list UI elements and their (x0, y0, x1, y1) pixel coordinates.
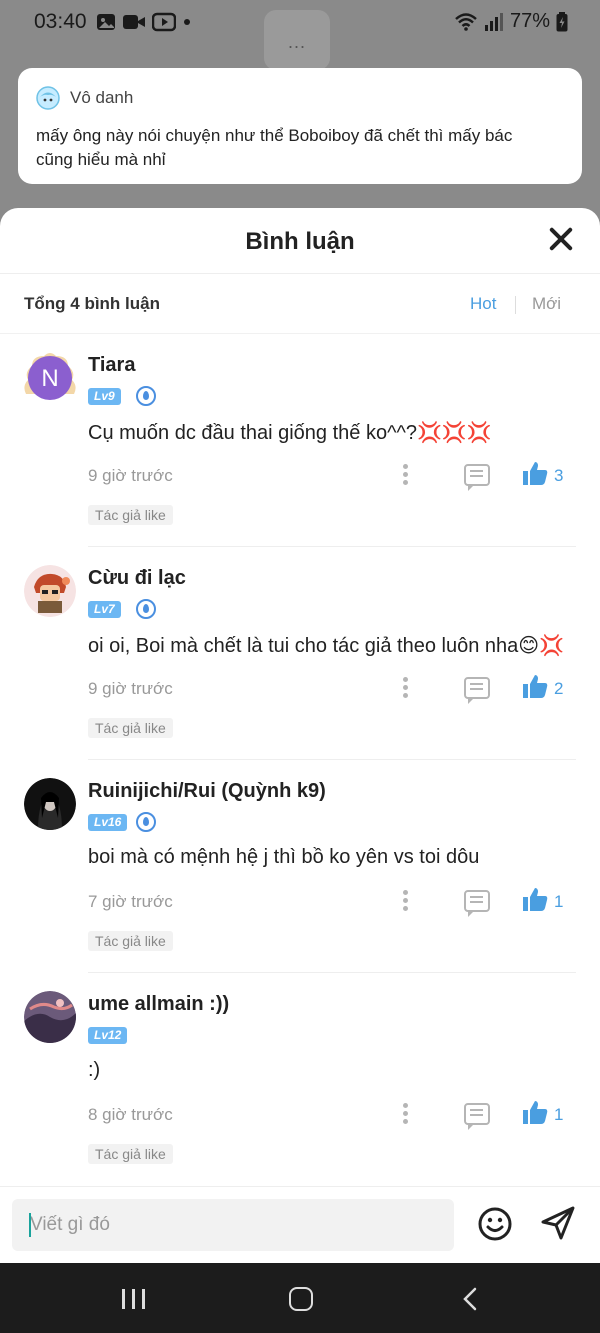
comment-username[interactable]: Ruinijichi/Rui (Quỳnh k9) (88, 780, 326, 803)
close-icon[interactable] (548, 226, 574, 252)
back-icon[interactable] (462, 1287, 478, 1311)
sort-divider (515, 296, 516, 314)
signal-icon (484, 12, 503, 31)
top-tab-dots: ... (287, 32, 306, 52)
author-like-badge: Tác giả like (88, 505, 173, 525)
send-icon[interactable] (540, 1205, 576, 1241)
author-like-badge: Tác giả like (88, 718, 173, 738)
wifi-icon (455, 12, 477, 31)
comments-sheet: Bình luận Tổng 4 bình luận Hot Mới N Tia… (0, 208, 600, 1263)
top-tab[interactable]: ... (264, 10, 330, 70)
comment-text: boi mà có mệnh hệ j thì bồ ko yên vs toi… (88, 846, 480, 868)
video-icon (123, 15, 145, 29)
level-badge: Lv9 (88, 388, 121, 405)
comment-composer (0, 1186, 600, 1263)
battery-percent: 77% (509, 10, 550, 32)
reply-icon[interactable] (464, 1103, 490, 1130)
emoji-icon[interactable] (478, 1207, 512, 1241)
shield-icon (136, 386, 156, 406)
avatar-image-icon (24, 778, 76, 830)
avatar-letter: N (41, 365, 58, 392)
more-options-icon[interactable] (398, 675, 414, 699)
avatar[interactable]: N (22, 350, 78, 406)
thumbs-up-icon[interactable] (522, 886, 548, 912)
more-options-icon[interactable] (398, 888, 414, 912)
status-time: 03:40 (34, 10, 87, 33)
avatar-image-icon (24, 991, 76, 1043)
author-like-badge: Tác giả like (88, 1144, 173, 1164)
text-cursor (29, 1213, 31, 1237)
comment-username[interactable]: Cừu đi lạc (88, 567, 186, 590)
youtube-icon (152, 12, 176, 32)
sheet-header: Bình luận (0, 208, 600, 274)
reply-icon[interactable] (464, 890, 490, 917)
reply-icon[interactable] (464, 464, 490, 491)
author-like-badge: Tác giả like (88, 931, 173, 951)
post-author: Vô danh (70, 88, 134, 107)
comment-text: :) (88, 1059, 101, 1081)
status-notification-icons (96, 12, 192, 32)
comment-item: Cừu đi lạc Lv7 oi oi, Boi mà chết là tui… (0, 547, 600, 760)
battery-icon (556, 11, 568, 31)
avatar-image-icon (24, 565, 76, 617)
more-options-icon[interactable] (398, 462, 414, 486)
avatar-frame-icon: N (24, 353, 76, 400)
level-badge: Lv16 (88, 814, 128, 831)
post-text-line-1: mấy ông này nói chuyện như thể Boboiboy … (36, 126, 513, 145)
comment-input[interactable] (12, 1199, 454, 1251)
level-badge: Lv12 (88, 1027, 128, 1044)
like-count: 1 (554, 1105, 564, 1124)
thumbs-up-icon[interactable] (522, 673, 548, 699)
comment-username[interactable]: ume allmain :)) (88, 993, 229, 1016)
home-icon[interactable] (289, 1287, 313, 1311)
thumbs-up-icon[interactable] (522, 1099, 548, 1125)
gallery-icon (97, 14, 115, 30)
sort-new-tab[interactable]: Mới (532, 294, 561, 314)
like-count: 3 (554, 466, 564, 485)
post-preview-header: Vô danh (36, 86, 564, 110)
avatar[interactable] (24, 565, 76, 617)
status-right: 77% (454, 10, 568, 33)
comment-time: 7 giờ trước (88, 892, 173, 911)
anonymous-avatar-icon (36, 86, 60, 110)
comment-time: 8 giờ trước (88, 1105, 173, 1124)
comment-item: ume allmain :)) Lv12 :) 8 giờ trước 1 Tá… (0, 973, 600, 1186)
level-badge: Lv7 (88, 601, 121, 618)
comment-username[interactable]: Tiara (88, 354, 135, 377)
reply-icon[interactable] (464, 677, 490, 704)
comment-time: 9 giờ trước (88, 466, 173, 485)
post-preview-card: Vô danh mấy ông này nói chuyện như thể B… (18, 68, 582, 184)
like-count: 1 (554, 892, 564, 911)
recent-apps-icon[interactable] (122, 1289, 146, 1309)
like-count: 2 (554, 679, 564, 698)
comment-item: Ruinijichi/Rui (Quỳnh k9) Lv16 boi mà có… (0, 760, 600, 973)
comment-count: Tổng 4 bình luận (24, 294, 160, 313)
shield-icon (136, 812, 156, 832)
comment-time: 9 giờ trước (88, 679, 173, 698)
post-text: mấy ông này nói chuyện như thể Boboiboy … (36, 124, 564, 172)
more-options-icon[interactable] (398, 1101, 414, 1125)
system-nav-bar (0, 1263, 600, 1333)
comment-count-row: Tổng 4 bình luận Hot Mới (0, 274, 600, 334)
sort-hot-tab[interactable]: Hot (470, 294, 496, 314)
shield-icon (136, 599, 156, 619)
thumbs-up-icon[interactable] (522, 460, 548, 486)
comment-item: N Tiara Lv9 Cụ muốn dc đầu thai giống th… (0, 334, 600, 547)
avatar[interactable] (24, 991, 76, 1043)
comment-text: Cụ muốn dc đầu thai giống thế ko^^?💢💢💢 (88, 422, 492, 444)
comment-text: oi oi, Boi mà chết là tui cho tác giả th… (88, 635, 565, 657)
sheet-title: Bình luận (245, 228, 355, 255)
post-text-line-2: cũng hiểu mà nhỉ (36, 150, 166, 169)
avatar[interactable] (24, 778, 76, 830)
dot-icon (184, 19, 190, 25)
